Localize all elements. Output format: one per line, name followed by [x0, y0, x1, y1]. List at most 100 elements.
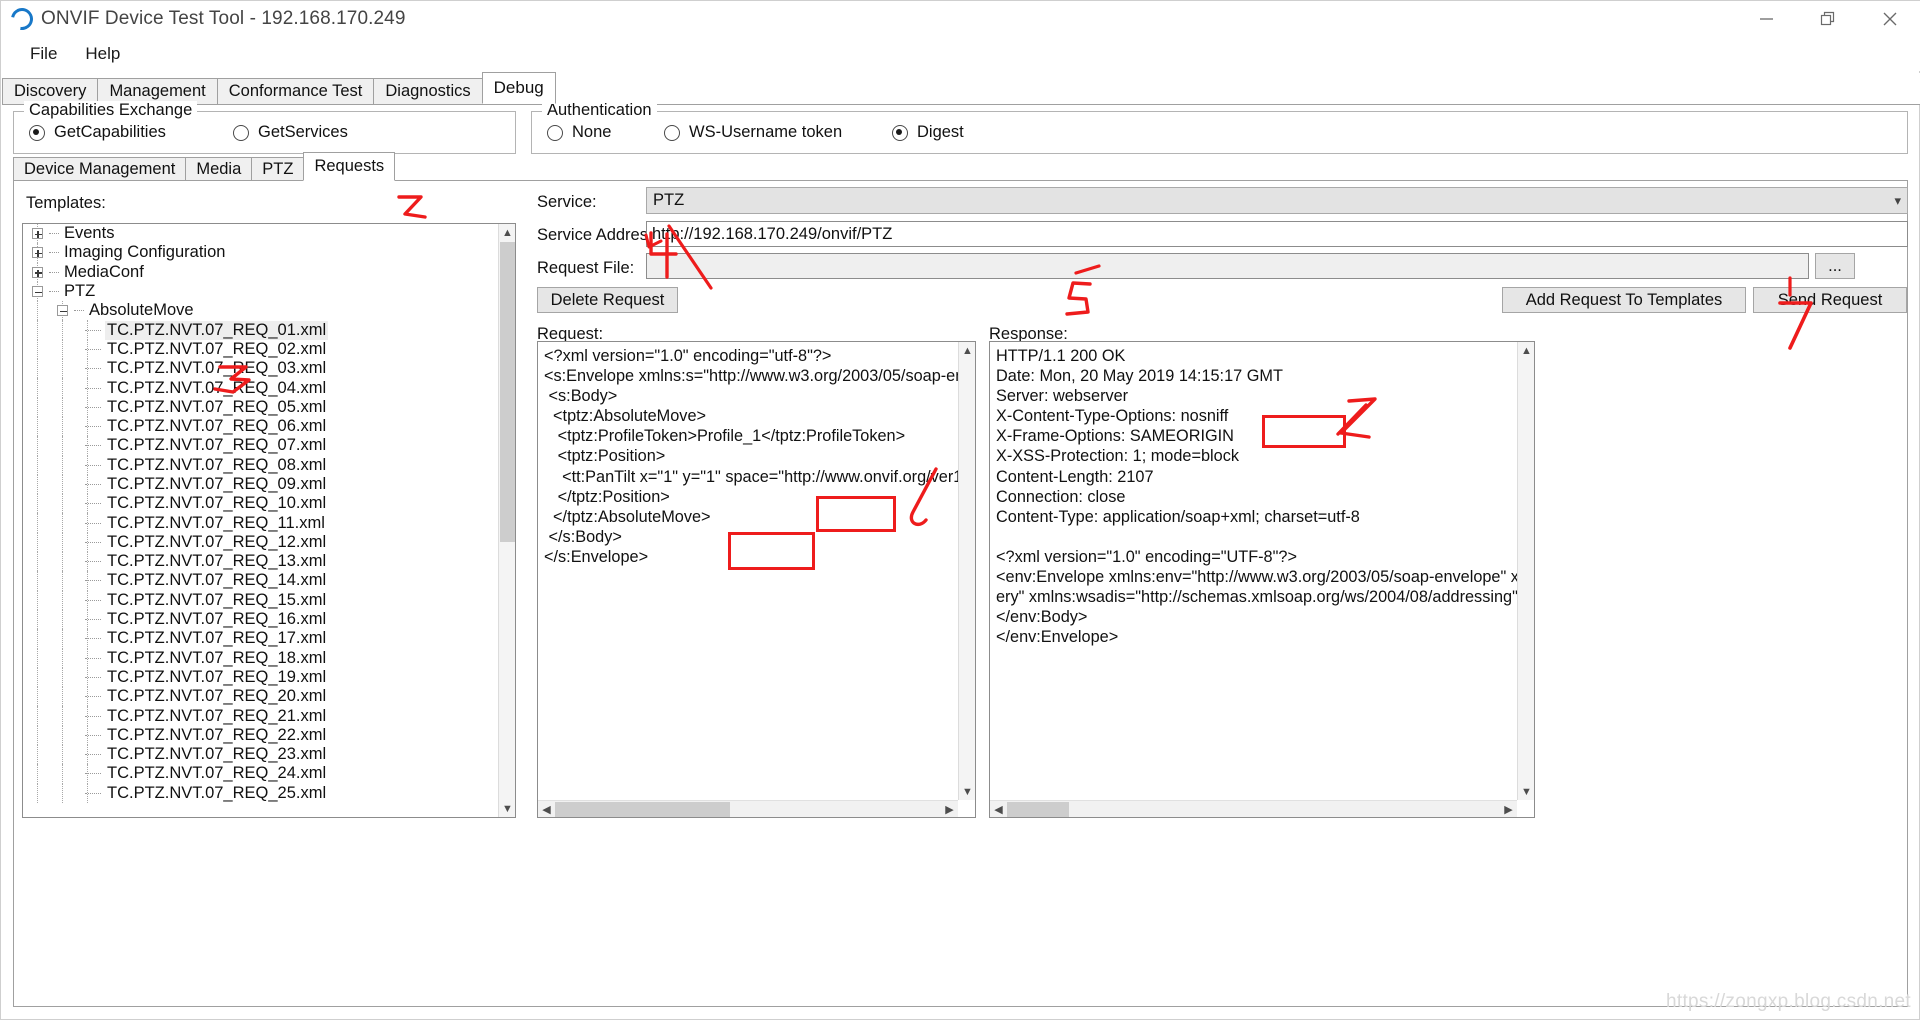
expand-icon[interactable] [32, 247, 43, 259]
tree-node-file[interactable]: TC.PTZ.NVT.07_REQ_21.xml [23, 706, 498, 726]
request-hscrollbar[interactable]: ◀ ▶ [538, 800, 958, 817]
tree-node-file[interactable]: TC.PTZ.NVT.07_REQ_12.xml [23, 532, 498, 553]
scroll-down-icon[interactable]: ▼ [1518, 783, 1534, 800]
service-combobox[interactable]: PTZ ▾ [646, 187, 1908, 214]
tab-debug[interactable]: Debug [481, 72, 556, 104]
tree-node-file[interactable]: TC.PTZ.NVT.07_REQ_13.xml [23, 552, 498, 572]
tree-node-root[interactable]: MediaConf [23, 262, 498, 282]
tree-node-file[interactable]: TC.PTZ.NVT.07_REQ_09.xml [23, 474, 498, 495]
hscroll-track[interactable] [555, 801, 941, 818]
scroll-thumb[interactable] [555, 801, 730, 817]
scroll-right-icon[interactable]: ▶ [1500, 801, 1517, 818]
hscroll-track[interactable] [1007, 801, 1500, 818]
expand-icon[interactable] [32, 266, 43, 278]
request-line: </tptz:AbsoluteMove> [544, 507, 711, 526]
scroll-up-icon[interactable]: ▲ [959, 342, 975, 359]
close-icon[interactable] [1859, 1, 1920, 37]
request-textarea[interactable]: <?xml version="1.0" encoding="utf-8"?> <s… [537, 341, 976, 818]
tree-node-file[interactable]: TC.PTZ.NVT.07_REQ_15.xml [23, 590, 498, 610]
tree-node-label: TC.PTZ.NVT.07_REQ_13.xml [107, 552, 327, 571]
tree-node-file[interactable]: TC.PTZ.NVT.07_REQ_05.xml [23, 397, 498, 417]
scroll-down-icon[interactable]: ▼ [959, 783, 975, 800]
minimize-icon[interactable] [1735, 1, 1797, 37]
scroll-right-icon[interactable]: ▶ [941, 801, 958, 818]
tree-node-file[interactable]: TC.PTZ.NVT.07_REQ_08.xml [23, 455, 498, 475]
tab-device-management[interactable]: Device Management [13, 157, 187, 181]
tree-node-file[interactable]: TC.PTZ.NVT.07_REQ_16.xml [23, 609, 498, 630]
radio-auth-none[interactable]: None [547, 123, 660, 142]
add-request-to-templates-button[interactable]: Add Request To Templates [1502, 287, 1746, 313]
request-vscrollbar[interactable]: ▲ ▼ [958, 342, 975, 800]
tree-node-file[interactable]: TC.PTZ.NVT.07_REQ_20.xml [23, 687, 498, 707]
radio-auth-digest[interactable]: Digest [892, 123, 964, 142]
response-line: Connection: close [996, 487, 1126, 506]
tree-node-label: TC.PTZ.NVT.07_REQ_06.xml [107, 417, 327, 436]
templates-tree[interactable]: Events Imaging Configuration MediaConf PTZ A… [22, 223, 516, 818]
tree-node-root[interactable]: PTZ [23, 281, 498, 302]
service-address-input[interactable]: http://192.168.170.249/onvif/PTZ [646, 221, 1908, 247]
tree-node-label: PTZ [64, 282, 96, 301]
tree-node-file[interactable]: TC.PTZ.NVT.07_REQ_22.xml [23, 725, 498, 746]
tree-node-label: TC.PTZ.NVT.07_REQ_11.xml [107, 513, 325, 532]
tree-node-file[interactable]: TC.PTZ.NVT.07_REQ_02.xml [23, 339, 498, 360]
radio-getservices[interactable]: GetServices [233, 123, 348, 142]
browse-button[interactable]: ... [1815, 253, 1855, 279]
tab-ptz[interactable]: PTZ [251, 157, 305, 181]
radio-getcapabilities[interactable]: GetCapabilities [29, 123, 229, 142]
tree-node-file[interactable]: TC.PTZ.NVT.07_REQ_25.xml [23, 783, 498, 803]
radio-label: WS-Username token [689, 123, 843, 141]
tree-node-file[interactable]: TC.PTZ.NVT.07_REQ_18.xml [23, 648, 498, 668]
restore-icon[interactable] [1797, 1, 1859, 37]
tree-node-file[interactable]: TC.PTZ.NVT.07_REQ_03.xml [23, 359, 498, 379]
tree-node-file[interactable]: TC.PTZ.NVT.07_REQ_19.xml [23, 667, 498, 688]
scroll-up-icon[interactable]: ▲ [1518, 342, 1534, 359]
expand-icon[interactable] [32, 228, 43, 240]
tab-conformance-test[interactable]: Conformance Test [216, 78, 375, 104]
tab-diagnostics[interactable]: Diagnostics [373, 78, 483, 104]
tree-node-file[interactable]: TC.PTZ.NVT.07_REQ_23.xml [23, 745, 498, 765]
templates-label: Templates: [26, 194, 106, 212]
tree-node-file[interactable]: TC.PTZ.NVT.07_REQ_07.xml [23, 436, 498, 456]
request-file-input[interactable] [646, 253, 1809, 279]
response-line: HTTP/1.1 200 OK [996, 347, 1126, 365]
tree-node-absolutemove[interactable]: AbsoluteMove [23, 301, 498, 321]
title-bar: ONVIF Device Test Tool - 192.168.170.249 [1, 1, 1920, 37]
tree-node-file[interactable]: TC.PTZ.NVT.07_REQ_10.xml [23, 494, 498, 514]
tree-node-file[interactable]: TC.PTZ.NVT.07_REQ_14.xml [23, 571, 498, 591]
collapse-icon[interactable] [57, 305, 68, 317]
response-line: <env:Envelope xmlns:env="http://www.w3.o… [996, 568, 1517, 587]
scroll-up-icon[interactable]: ▲ [499, 224, 515, 241]
delete-request-button[interactable]: Delete Request [537, 287, 678, 313]
tree-node-label: TC.PTZ.NVT.07_REQ_01.xml [105, 320, 329, 340]
response-hscrollbar[interactable]: ◀ ▶ [990, 800, 1517, 817]
service-address-label: Service Address: [537, 226, 661, 244]
radio-auth-ws-username-token[interactable]: WS-Username token [664, 123, 888, 142]
tree-node-file[interactable]: TC.PTZ.NVT.07_REQ_11.xml [23, 513, 498, 533]
response-vscrollbar[interactable]: ▲ ▼ [1517, 342, 1534, 800]
menu-item-file[interactable]: File [16, 41, 71, 67]
tree-node-file[interactable]: TC.PTZ.NVT.07_REQ_17.xml [23, 629, 498, 649]
tree-node-root[interactable]: Events [23, 224, 498, 244]
collapse-icon[interactable] [32, 286, 43, 298]
tab-media[interactable]: Media [185, 157, 253, 181]
scroll-thumb[interactable] [1007, 801, 1069, 817]
tree-node-file[interactable]: TC.PTZ.NVT.07_REQ_01.xml [23, 320, 498, 340]
send-request-button[interactable]: Send Request [1753, 287, 1907, 313]
tree-node-label: TC.PTZ.NVT.07_REQ_17.xml [107, 629, 327, 648]
app-window: ONVIF Device Test Tool - 192.168.170.249… [0, 0, 1920, 1020]
menu-item-help[interactable]: Help [71, 41, 134, 67]
tab-requests[interactable]: Requests [303, 152, 396, 181]
scroll-left-icon[interactable]: ◀ [990, 801, 1007, 818]
scroll-down-icon[interactable]: ▼ [499, 800, 515, 817]
tree-connector [74, 310, 84, 312]
templates-tree-body[interactable]: Events Imaging Configuration MediaConf PTZ A… [23, 224, 498, 817]
tree-node-label: TC.PTZ.NVT.07_REQ_04.xml [107, 378, 327, 397]
tree-node-file[interactable]: TC.PTZ.NVT.07_REQ_04.xml [23, 378, 498, 398]
templates-tree-vscrollbar[interactable]: ▲ ▼ [498, 224, 515, 817]
response-textarea[interactable]: HTTP/1.1 200 OK Date: Mon, 20 May 2019 14… [989, 341, 1535, 818]
scroll-thumb[interactable] [500, 242, 515, 542]
scroll-left-icon[interactable]: ◀ [538, 801, 555, 818]
tree-node-file[interactable]: TC.PTZ.NVT.07_REQ_06.xml [23, 416, 498, 437]
tree-node-root[interactable]: Imaging Configuration [23, 243, 498, 263]
tree-node-file[interactable]: TC.PTZ.NVT.07_REQ_24.xml [23, 764, 498, 784]
